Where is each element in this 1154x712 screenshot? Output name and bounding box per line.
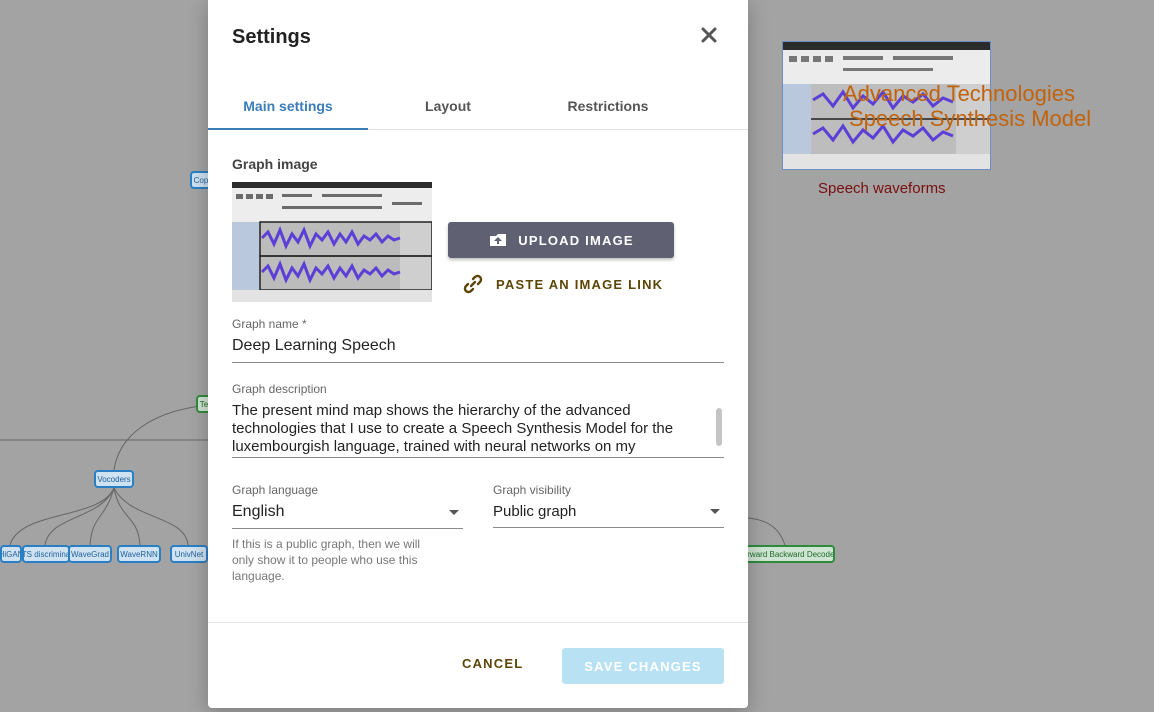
graph-node-vocoders[interactable]: Vocoders — [94, 470, 134, 488]
tab-restrictions[interactable]: Restrictions — [528, 84, 688, 129]
settings-tabs: Main settings Layout Restrictions — [208, 84, 748, 130]
graph-node[interactable]: HiGAN — [0, 545, 22, 563]
dialog-footer-divider — [208, 622, 748, 623]
graph-description-label: Graph description — [232, 382, 327, 396]
close-button[interactable] — [698, 24, 720, 46]
language-helper-text: If this is a public graph, then we will … — [232, 537, 421, 583]
graph-visibility-field: Graph visibility Public graph — [493, 483, 724, 528]
graph-name-field: Graph name * Deep Learning Speech — [232, 317, 724, 363]
save-changes-button[interactable]: SAVE CHANGES — [562, 648, 724, 684]
graph-description-field: Graph description The present mind map s… — [232, 382, 724, 458]
chevron-down-icon — [710, 509, 720, 514]
cloud-upload-icon — [490, 234, 507, 246]
graph-image-label: Graph image — [232, 156, 318, 172]
graph-description-input[interactable]: The present mind map shows the hierarchy… — [232, 402, 724, 458]
dialog-title: Settings — [232, 26, 311, 48]
graph-name-label: Graph name * — [232, 317, 307, 331]
paste-image-link-button[interactable]: PASTE AN IMAGE LINK — [462, 272, 663, 296]
tab-layout[interactable]: Layout — [368, 84, 528, 129]
overlay-title: Advanced Technologies — [843, 81, 1075, 106]
graph-visibility-select[interactable]: Public graph — [493, 497, 724, 528]
paste-image-link-label: PASTE AN IMAGE LINK — [496, 276, 664, 292]
overlay-subtitle: Speech Synthesis Model — [849, 106, 1092, 131]
upload-image-label: UPLOAD IMAGE — [518, 232, 634, 248]
tab-main-settings[interactable]: Main settings — [208, 84, 368, 130]
graph-description-text: The present mind map shows the hierarchy… — [232, 402, 674, 455]
graph-node[interactable]: Forward Backward Decoder — [740, 545, 835, 563]
close-icon — [701, 27, 717, 43]
graph-node[interactable]: TS discrimina — [22, 545, 70, 563]
upload-image-button[interactable]: UPLOAD IMAGE — [448, 222, 674, 258]
graph-visibility-value: Public graph — [493, 503, 577, 520]
graph-language-select[interactable]: English — [232, 497, 463, 529]
graph-image-preview — [232, 182, 432, 302]
graph-name-input[interactable]: Deep Learning Speech — [232, 331, 724, 363]
graph-visibility-label: Graph visibility — [493, 483, 572, 497]
cancel-button[interactable]: CANCEL — [462, 656, 523, 671]
graph-language-field: Graph language English — [232, 483, 463, 529]
graph-node[interactable]: UnivNet — [170, 545, 208, 563]
description-scrollbar[interactable] — [716, 408, 722, 446]
overlay-caption: Speech waveforms — [818, 180, 946, 197]
waveform-preview — [232, 182, 432, 302]
chevron-down-icon — [449, 509, 459, 515]
graph-node[interactable]: WaveGrad — [68, 545, 112, 563]
graph-language-value: English — [232, 503, 285, 520]
link-icon — [463, 274, 483, 294]
graph-language-label: Graph language — [232, 483, 319, 497]
graph-node[interactable]: WaveRNN — [117, 545, 161, 563]
settings-dialog: Settings Main settings Layout Restrictio… — [208, 0, 748, 708]
